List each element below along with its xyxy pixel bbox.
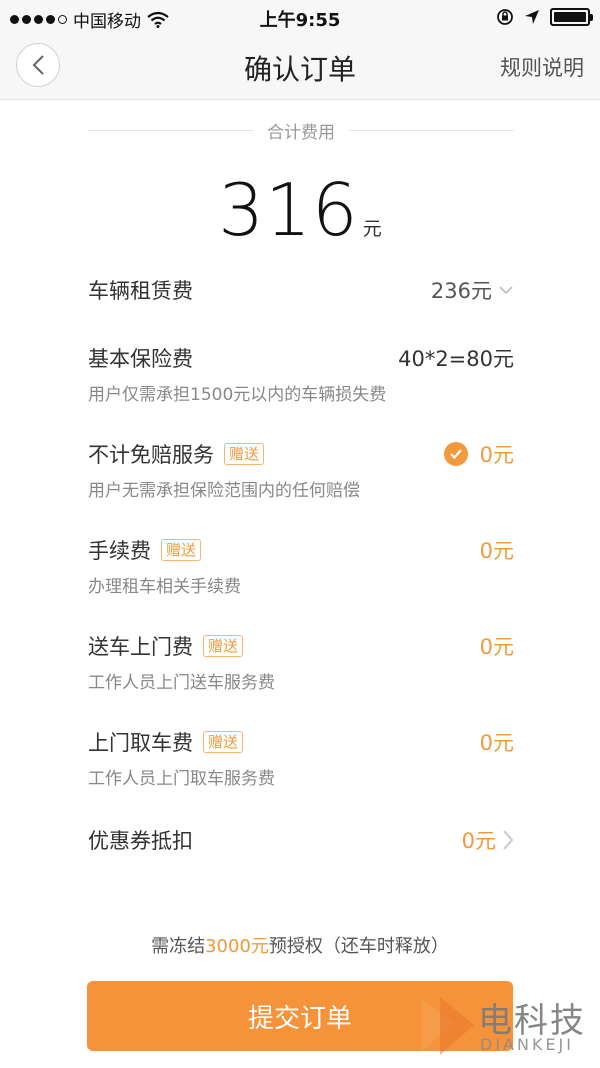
battery-icon xyxy=(550,8,593,26)
fee-row-insurance: 基本保险费 40*2=80元 用户仅需承担1500元以内的车辆损失费 xyxy=(88,340,514,405)
fee-description: 办理租车相关手续费 xyxy=(88,577,241,597)
fee-description: 工作人员上门送车服务费 xyxy=(88,673,275,693)
fee-value-text: 0元 xyxy=(479,443,514,467)
gift-badge: 赠送 xyxy=(203,731,244,753)
fee-name-text: 手续费 xyxy=(88,539,151,563)
check-icon[interactable] xyxy=(443,442,468,466)
total-label: 合计费用 xyxy=(267,122,335,143)
fee-value-text: 0元 xyxy=(461,829,496,853)
total-label-row: 合计费用 xyxy=(88,116,514,144)
fee-name: 基本保险费 xyxy=(88,347,193,371)
fee-description: 用户无需承担保险范围内的任何赔偿 xyxy=(88,481,360,501)
fee-name-text: 上门取车费 xyxy=(88,731,193,755)
fee-description: 工作人员上门取车服务费 xyxy=(88,769,275,789)
fee-value: 40*2=80元 xyxy=(398,347,514,371)
total-amount-unit: 元 xyxy=(362,218,382,240)
fee-row-pickup: 上门取车费 赠送 0元 工作人员上门取车服务费 xyxy=(88,724,514,789)
notice-prefix: 需冻结 xyxy=(151,936,206,957)
fee-row-handling: 手续费 赠送 0元 办理租车相关手续费 xyxy=(88,532,514,597)
status-bar: 中国移动 上午9:55 xyxy=(0,0,600,34)
fee-description: 用户仅需承担1500元以内的车辆损失费 xyxy=(88,385,387,405)
notice-amount: 3000元 xyxy=(205,936,269,957)
fee-name: 优惠券抵扣 xyxy=(88,829,193,853)
fee-name: 上门取车费 赠送 xyxy=(88,727,244,757)
gift-badge: 赠送 xyxy=(161,539,202,561)
total-amount: 316 元 xyxy=(0,168,600,252)
chevron-down-icon[interactable] xyxy=(498,285,514,295)
chevron-right-icon[interactable] xyxy=(502,829,514,851)
fee-name: 车辆租赁费 xyxy=(88,279,193,303)
location-arrow-icon xyxy=(525,10,539,24)
fee-value: 0元 xyxy=(443,439,514,469)
orientation-lock-icon xyxy=(497,9,513,25)
watermark: 电科技 DIANKEJI xyxy=(420,993,595,1061)
fee-row-no-deductible[interactable]: 不计免赔服务 赠送 0元 用户无需承担保险范围内的任何赔偿 xyxy=(88,436,514,501)
notice-suffix: 预授权（还车时释放） xyxy=(268,936,449,957)
fee-value: 236元 xyxy=(431,275,514,305)
fee-name: 不计免赔服务 赠送 xyxy=(88,439,265,469)
nav-bar: 确认订单 规则说明 xyxy=(0,34,600,100)
fee-row-rental[interactable]: 车辆租赁费 236元 xyxy=(88,272,514,308)
fee-name: 手续费 赠送 xyxy=(88,535,202,565)
status-right xyxy=(496,8,593,26)
fee-value-text: 236元 xyxy=(430,279,492,303)
watermark-logo-icon xyxy=(422,997,474,1055)
fee-name-text: 不计免赔服务 xyxy=(88,443,214,467)
fee-value: 0元 xyxy=(479,635,514,659)
gift-badge: 赠送 xyxy=(203,635,244,657)
preauth-notice: 需冻结3000元预授权（还车时释放） xyxy=(0,932,600,958)
watermark-text-en: DIANKEJI xyxy=(480,1035,574,1054)
fee-value: 0元 xyxy=(462,825,514,855)
divider xyxy=(349,129,514,131)
gift-badge: 赠送 xyxy=(224,443,265,465)
rules-link[interactable]: 规则说明 xyxy=(500,52,584,82)
fee-name-text: 送车上门费 xyxy=(88,635,193,659)
fee-value: 0元 xyxy=(479,539,514,563)
divider xyxy=(88,129,253,131)
fee-value: 0元 xyxy=(479,731,514,755)
total-amount-value: 316 xyxy=(218,168,359,252)
fee-row-delivery: 送车上门费 赠送 0元 工作人员上门送车服务费 xyxy=(88,628,514,693)
fee-name: 送车上门费 赠送 xyxy=(88,631,244,661)
fee-row-coupon[interactable]: 优惠券抵扣 0元 xyxy=(88,822,514,858)
